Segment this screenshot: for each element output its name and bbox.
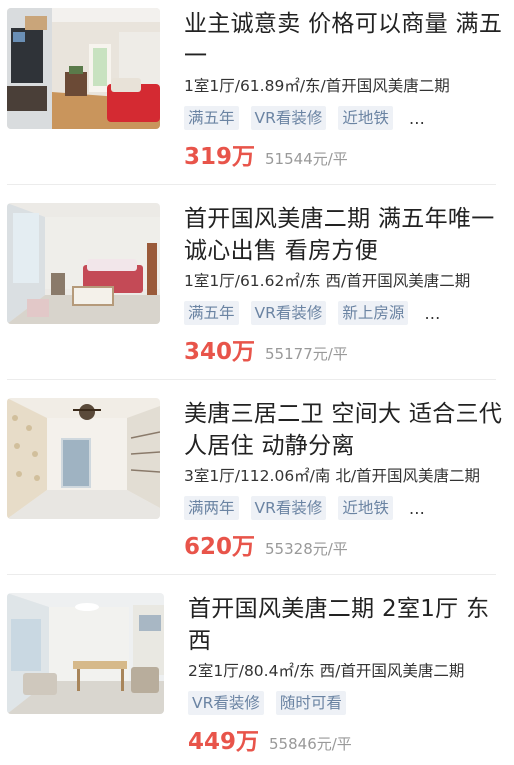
listing-info: 首开国风美唐二期 满五年唯一 诚心出售 看房方便 1室1厅/61.62㎡/东 西… [184,203,504,365]
listing-tags: 满五年 VR看装修 近地铁 … [184,105,504,131]
listing-meta: 1室1厅/61.89㎡/东/首开国风美唐二期 [184,77,450,95]
listing-prices: 449万 55846元/平 [188,722,508,755]
total-price: 340万 [184,339,256,365]
unit-price: 55328元/平 [265,540,348,558]
tag: 近地铁 [338,106,393,130]
tag: VR看装修 [188,691,264,715]
tag: VR看装修 [250,106,327,130]
tag: 随时可看 [275,691,346,715]
listing-meta: 3室1厅/112.06㎡/南 北/首开国风美唐二期 [184,467,481,485]
listing-meta: 1室1厅/61.62㎡/东 西/首开国风美唐二期 [184,272,471,290]
listing-title[interactable]: 业主诚意卖 价格可以商量 满五一 [184,8,504,72]
listing-info: 美唐三居二卫 空间大 适合三代人居住 动静分离 3室1厅/112.06㎡/南 北… [184,398,504,560]
listing-prices: 620万 55328元/平 [184,527,504,560]
divider [7,184,496,185]
unit-price: 51544元/平 [265,150,348,168]
listing-photo[interactable] [7,8,160,129]
tag: 满五年 [184,301,239,325]
listing-prices: 319万 51544元/平 [184,137,504,170]
listing-list: 业主诚意卖 价格可以商量 满五一 1室1厅/61.89㎡/东/首开国风美唐二期 … [0,0,514,765]
divider [7,379,496,380]
listing-tags: VR看装修 随时可看 [188,690,508,716]
unit-price: 55846元/平 [269,735,352,753]
tag: VR看装修 [250,301,327,325]
tag: 近地铁 [338,496,393,520]
more-tags-indicator: … [408,108,427,128]
unit-price: 55177元/平 [265,345,348,363]
listing-tags: 满五年 VR看装修 新上房源 … [184,300,504,326]
divider [7,574,496,575]
listing-title[interactable]: 美唐三居二卫 空间大 适合三代人居住 动静分离 [184,398,504,462]
listing-title[interactable]: 首开国风美唐二期 满五年唯一 诚心出售 看房方便 [184,203,504,267]
listing-photo[interactable] [7,593,164,714]
listing-tags: 满两年 VR看装修 近地铁 … [184,495,504,521]
total-price: 319万 [184,144,256,170]
total-price: 449万 [188,729,260,755]
listing-meta: 2室1厅/80.4㎡/东 西/首开国风美唐二期 [188,662,465,680]
listing-info: 首开国风美唐二期 2室1厅 东西 2室1厅/80.4㎡/东 西/首开国风美唐二期… [188,593,508,755]
tag: 新上房源 [338,301,409,325]
tag: 满五年 [184,106,239,130]
listing-info: 业主诚意卖 价格可以商量 满五一 1室1厅/61.89㎡/东/首开国风美唐二期 … [184,8,504,170]
tag: 满两年 [184,496,239,520]
more-tags-indicator: … [408,498,427,518]
listing-prices: 340万 55177元/平 [184,332,504,365]
more-tags-indicator: … [424,303,443,323]
tag: VR看装修 [250,496,327,520]
listing-title[interactable]: 首开国风美唐二期 2室1厅 东西 [188,593,508,657]
total-price: 620万 [184,534,256,560]
listing-photo[interactable] [7,203,160,324]
listing-photo[interactable] [7,398,160,519]
